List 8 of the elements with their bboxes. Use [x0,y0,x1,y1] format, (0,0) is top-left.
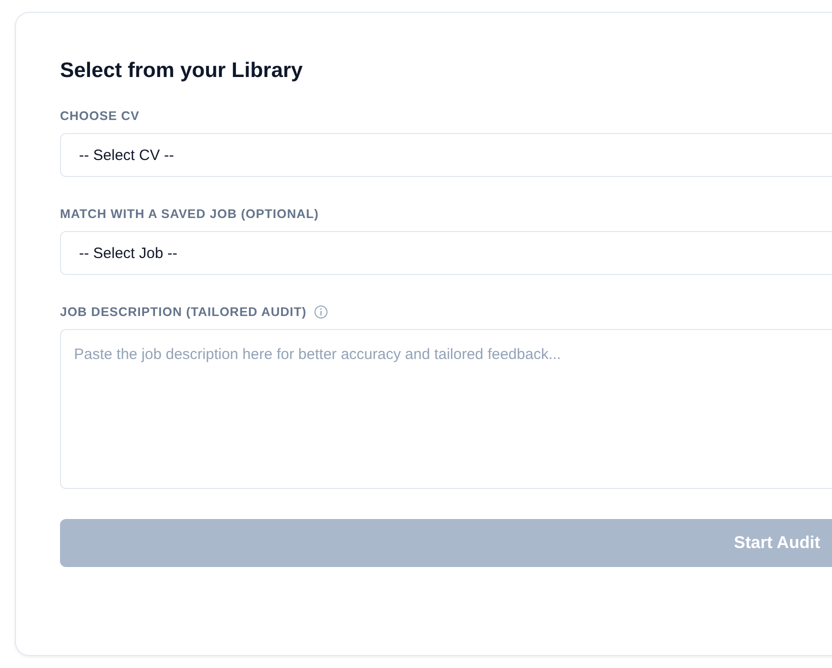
select-field[interactable]: -- Select Job -- [60,231,832,275]
field-label: CHOOSE CV [60,109,140,123]
section-title: Select from your Library [60,58,304,84]
field-label: JOB DESCRIPTION (TAILORED AUDIT) [60,305,307,319]
info-icon[interactable] [314,305,328,319]
select-field[interactable]: -- Select CV -- [60,133,832,177]
job-description-field[interactable]: Paste the job description here for better accuracy and tailored feedback... [60,329,832,489]
field-label: MATCH WITH A SAVED JOB (OPTIONAL) [60,207,319,221]
